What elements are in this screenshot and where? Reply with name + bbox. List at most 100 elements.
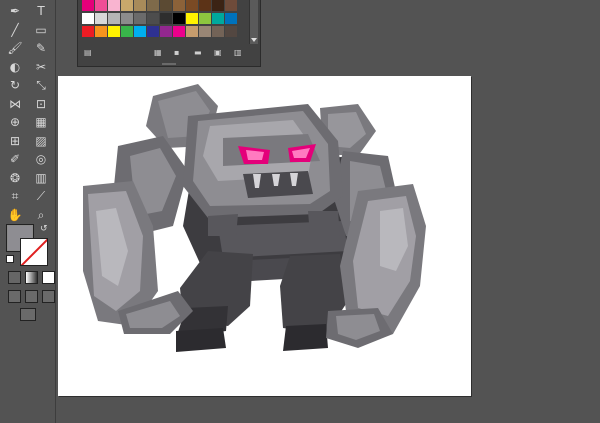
mesh-tool-icon[interactable]: ⊞	[6, 132, 24, 150]
pen-tool-icon[interactable]: ✒	[6, 2, 24, 20]
default-colors-button[interactable]	[6, 255, 14, 263]
color-swatch[interactable]	[95, 0, 107, 11]
color-swatch[interactable]	[160, 13, 172, 24]
rectangle-tool-icon[interactable]: ▭	[32, 21, 50, 39]
tools-panel: ↺ ✒ T ╱ ▭ 🖌 ✎ ◐ ✂ ↻ ⤡ ⋈ ⊡ ⊕ ▦ ⊞ ▨ ✐ ◎ ❂ ▥ ⌗ ⟋ ✋ ⌕	[0, 0, 56, 423]
tool-row: ◐ ✂	[6, 58, 52, 76]
new-swatch-icon[interactable]: ▣	[214, 49, 223, 57]
artboard-tool-icon[interactable]: ⌗	[6, 187, 24, 205]
color-swatch[interactable]	[147, 13, 159, 24]
tool-row: ❂ ▥	[6, 169, 52, 187]
swatch-libraries-menu-icon[interactable]: ▤	[84, 49, 93, 57]
tool-row: ⌗ ⟋	[6, 187, 52, 205]
color-swatch[interactable]	[212, 26, 224, 37]
swatch-row	[82, 26, 238, 37]
zoom-tool-icon[interactable]: ⌕	[32, 206, 50, 224]
color-swatch[interactable]	[186, 13, 198, 24]
swatch-options-icon[interactable]: ▪	[174, 49, 183, 57]
gradient-tool-icon[interactable]: ▨	[32, 132, 50, 150]
color-swatch[interactable]	[147, 0, 159, 11]
tool-row: ⋈ ⊡	[6, 95, 52, 113]
type-tool-icon[interactable]: T	[32, 2, 50, 20]
swatch-row	[82, 13, 238, 24]
color-swatch[interactable]	[134, 0, 146, 11]
perspective-grid-tool-icon[interactable]: ▦	[32, 113, 50, 131]
color-swatch[interactable]	[121, 13, 133, 24]
color-swatch[interactable]	[173, 26, 185, 37]
slice-tool-icon[interactable]: ⟋	[32, 187, 50, 205]
color-swatch[interactable]	[212, 0, 224, 11]
eraser-tool-icon[interactable]: ✂	[32, 58, 50, 76]
tool-row: ✋ ⌕	[6, 206, 52, 224]
scale-tool-icon[interactable]: ⤡	[32, 76, 50, 94]
show-swatch-kinds-icon[interactable]: ▦	[154, 49, 163, 57]
color-swatch[interactable]	[225, 26, 237, 37]
delete-swatch-icon[interactable]: ▥	[234, 49, 243, 57]
color-swatch[interactable]	[108, 13, 120, 24]
color-mode-buttons	[8, 271, 55, 284]
tool-row: ✐ ◎	[6, 150, 52, 168]
color-swatch[interactable]	[134, 13, 146, 24]
draw-mode-buttons	[8, 290, 55, 303]
color-swatch[interactable]	[82, 0, 94, 11]
tool-row: ↻ ⤡	[6, 76, 52, 94]
color-swatch[interactable]	[173, 0, 185, 11]
color-swatch[interactable]	[199, 26, 211, 37]
artboard[interactable]	[58, 76, 471, 396]
color-button[interactable]	[8, 271, 21, 284]
color-swatch[interactable]	[147, 26, 159, 37]
color-swatch[interactable]	[173, 13, 185, 24]
color-swatch[interactable]	[160, 0, 172, 11]
color-swatch[interactable]	[108, 0, 120, 11]
tool-row: 🖌 ✎	[6, 39, 52, 57]
color-swatch[interactable]	[199, 0, 211, 11]
panel-resize-grip[interactable]	[162, 63, 176, 65]
tool-row: ╱ ▭	[6, 21, 52, 39]
color-swatch[interactable]	[186, 0, 198, 11]
color-swatch[interactable]	[134, 26, 146, 37]
blob-brush-tool-icon[interactable]: ◐	[6, 58, 24, 76]
golem-illustration[interactable]	[58, 76, 471, 396]
shape-builder-tool-icon[interactable]: ⊕	[6, 113, 24, 131]
color-swatch[interactable]	[212, 13, 224, 24]
color-swatch[interactable]	[121, 26, 133, 37]
gradient-button[interactable]	[25, 271, 38, 284]
free-transform-tool-icon[interactable]: ⊡	[32, 95, 50, 113]
width-tool-icon[interactable]: ⋈	[6, 95, 24, 113]
color-swatch[interactable]	[225, 0, 237, 11]
stroke-color-swatch[interactable]	[20, 238, 48, 266]
draw-normal-button[interactable]	[8, 290, 21, 303]
color-swatch[interactable]	[186, 26, 198, 37]
tool-row: ⊞ ▨	[6, 132, 52, 150]
draw-inside-button[interactable]	[42, 290, 55, 303]
color-swatch[interactable]	[95, 26, 107, 37]
swap-colors-icon[interactable]: ↺	[40, 224, 50, 234]
panel-scrollbar[interactable]	[249, 0, 258, 44]
swatches-panel: ▤ ▦ ▪ ▬ ▣ ▥	[77, 0, 261, 67]
color-swatch[interactable]	[121, 0, 133, 11]
color-swatch[interactable]	[199, 13, 211, 24]
color-swatch[interactable]	[160, 26, 172, 37]
column-graph-tool-icon[interactable]: ▥	[32, 169, 50, 187]
paintbrush-tool-icon[interactable]: 🖌	[6, 39, 24, 57]
color-swatch[interactable]	[82, 26, 94, 37]
blend-tool-icon[interactable]: ◎	[32, 150, 50, 168]
draw-behind-button[interactable]	[25, 290, 38, 303]
tool-row: ✒ T	[6, 2, 52, 20]
line-tool-icon[interactable]: ╱	[6, 21, 24, 39]
none-button[interactable]	[42, 271, 55, 284]
tool-row: ⊕ ▦	[6, 113, 52, 131]
color-swatch[interactable]	[108, 26, 120, 37]
new-color-group-icon[interactable]: ▬	[194, 49, 203, 57]
pencil-tool-icon[interactable]: ✎	[32, 39, 50, 57]
swatch-grid	[82, 0, 238, 39]
symbol-sprayer-tool-icon[interactable]: ❂	[6, 169, 24, 187]
eyedropper-tool-icon[interactable]: ✐	[6, 150, 24, 168]
color-swatch[interactable]	[225, 13, 237, 24]
color-swatch[interactable]	[95, 13, 107, 24]
screen-mode-button[interactable]	[20, 308, 36, 321]
swatch-row	[82, 0, 238, 11]
rotate-tool-icon[interactable]: ↻	[6, 76, 24, 94]
hand-tool-icon[interactable]: ✋	[6, 206, 24, 224]
color-swatch[interactable]	[82, 13, 94, 24]
